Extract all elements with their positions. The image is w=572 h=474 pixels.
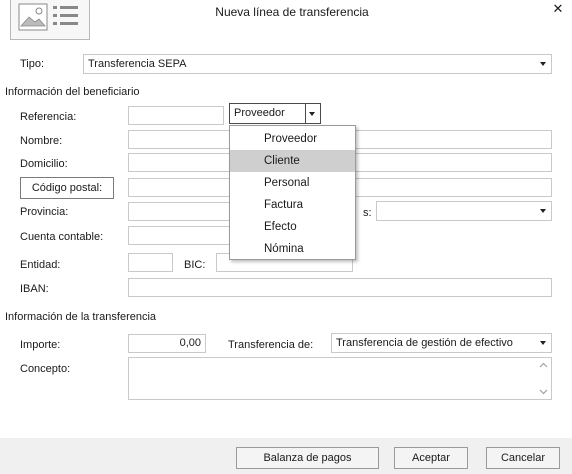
dropdown-option-personal[interactable]: Personal [230, 172, 355, 194]
nombre-label: Nombre: [20, 135, 63, 147]
chevron-down-icon [309, 112, 315, 116]
close-icon[interactable]: ✕ [550, 1, 566, 17]
cancelar-button[interactable]: Cancelar [486, 447, 560, 469]
dropdown-option-nomina[interactable]: Nómina [230, 238, 355, 260]
entidad-input[interactable] [128, 253, 173, 272]
cuenta-contable-label: Cuenta contable: [20, 231, 104, 243]
transferencia-section-title: Información de la transferencia [5, 311, 157, 323]
chevron-down-icon [540, 62, 546, 66]
entidad-label: Entidad: [20, 259, 61, 271]
codigo-postal-button[interactable]: Código postal: [20, 177, 114, 199]
tipo-beneficiario-value: Proveedor [234, 107, 285, 119]
dropdown-divider [305, 104, 306, 123]
window-icon [10, 0, 90, 40]
window-title: Nueva línea de transferencia [215, 5, 369, 19]
bic-label: BIC: [184, 259, 206, 271]
balanza-de-pagos-button[interactable]: Balanza de pagos [236, 447, 379, 469]
tipo-select[interactable]: Transferencia SEPA [83, 54, 552, 74]
transferencia-de-label: Transferencia de: [228, 339, 314, 351]
transferencia-de-select[interactable]: Transferencia de gestión de efectivo [331, 333, 552, 353]
tipo-label: Tipo: [20, 58, 45, 70]
transferencia-de-value: Transferencia de gestión de efectivo [336, 337, 513, 349]
pais-label: s: [363, 207, 372, 219]
tipo-beneficiario-select[interactable]: Proveedor [229, 103, 321, 124]
referencia-label: Referencia: [20, 111, 77, 123]
concepto-scrollbar[interactable] [536, 358, 551, 399]
aceptar-button[interactable]: Aceptar [394, 447, 468, 469]
importe-input[interactable]: 0,00 [128, 334, 206, 353]
dropdown-option-efecto[interactable]: Efecto [230, 216, 355, 238]
provincia-label: Provincia: [20, 206, 69, 218]
importe-label: Importe: [20, 339, 61, 351]
referencia-input[interactable] [128, 106, 224, 125]
domicilio-label: Domicilio: [20, 158, 68, 170]
beneficiario-section-title: Información del beneficiario [5, 86, 140, 98]
concepto-textarea[interactable] [128, 357, 552, 400]
dropdown-option-proveedor[interactable]: Proveedor [230, 128, 355, 150]
pais-select[interactable] [376, 201, 552, 221]
chevron-down-icon [540, 341, 546, 345]
concepto-label: Concepto: [20, 363, 71, 375]
chevron-down-icon [540, 209, 546, 213]
iban-label: IBAN: [20, 283, 49, 295]
dropdown-option-factura[interactable]: Factura [230, 194, 355, 216]
tipo-select-value: Transferencia SEPA [88, 58, 187, 70]
tipo-beneficiario-dropdown: Proveedor Cliente Personal Factura Efect… [229, 125, 356, 260]
dropdown-option-cliente[interactable]: Cliente [230, 150, 355, 172]
iban-input[interactable] [128, 278, 552, 297]
